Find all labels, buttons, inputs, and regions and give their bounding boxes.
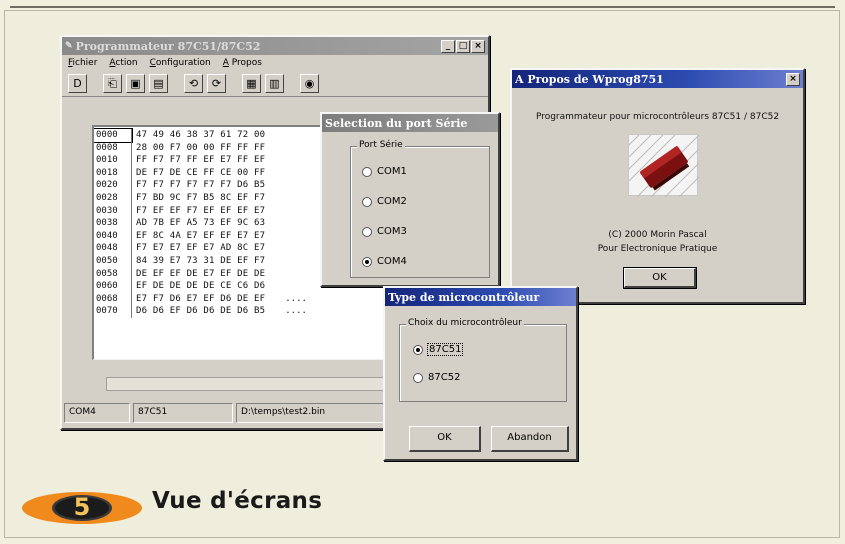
micro-cancel-button[interactable]: Abandon	[491, 426, 569, 452]
write-chip-icon[interactable]: ⟳	[207, 74, 226, 93]
serial-port-titlebar[interactable]: Selection du port Série	[322, 114, 498, 132]
radio-button[interactable]	[362, 226, 372, 237]
about-copyright: (C) 2000 Morin Pascal	[608, 230, 707, 240]
close-button[interactable]: ×	[471, 39, 485, 53]
toolbar: D ⎗ ▣ ▤ ⟲ ⟳ ▦ ▥ ◉	[62, 71, 488, 97]
programmer-titlebar[interactable]: ✎ Programmateur 87C51/87C52 _ □ ×	[62, 37, 488, 55]
about-close-button[interactable]: ×	[786, 72, 800, 86]
maximize-button[interactable]: □	[456, 39, 470, 53]
info-icon[interactable]: ◉	[300, 74, 319, 93]
radio-label: COM2	[377, 196, 407, 207]
minimize-button[interactable]: _	[441, 39, 455, 53]
figure-number: 5	[73, 493, 91, 521]
menu-configuration[interactable]: Configuration	[150, 58, 211, 68]
radio-com1[interactable]: COM1	[362, 166, 407, 177]
menu-fichier[interactable]: Fichier	[68, 58, 97, 68]
save-icon[interactable]: ▣	[126, 74, 145, 93]
radio-button[interactable]	[362, 256, 372, 267]
status-port: COM4	[64, 403, 130, 423]
about-ok-button[interactable]: OK	[623, 267, 697, 289]
menu-a-propos[interactable]: A Propos	[223, 58, 262, 68]
save-as-icon[interactable]: ▤	[149, 74, 168, 93]
micro-titlebar[interactable]: Type de microcontrôleur	[385, 288, 576, 306]
port-group-label: Port Série	[357, 140, 405, 150]
about-title: A Propos de Wprog8751	[515, 72, 664, 86]
radio-label: COM4	[377, 256, 407, 267]
about-titlebar[interactable]: A Propos de Wprog8751 ×	[512, 70, 803, 88]
radio-87c51[interactable]: 87C51	[413, 343, 464, 356]
radio-label: 87C52	[428, 372, 461, 383]
programmer-title: Programmateur 87C51/87C52	[75, 39, 261, 53]
new-file-icon[interactable]: D	[68, 74, 87, 93]
radio-label: COM3	[377, 226, 407, 237]
radio-button[interactable]	[413, 344, 423, 355]
radio-87c52[interactable]: 87C52	[413, 372, 460, 383]
erase-icon[interactable]: ▥	[265, 74, 284, 93]
micro-group-label: Choix du microcontrôleur	[406, 318, 524, 328]
about-dialog: A Propos de Wprog8751 × Programmateur po…	[510, 68, 805, 304]
figure-caption: Vue d'écrans	[152, 488, 323, 514]
open-file-icon[interactable]: ⎗	[103, 74, 122, 93]
about-publication: Pour Electronique Pratique	[597, 244, 718, 254]
radio-com2[interactable]: COM2	[362, 196, 407, 207]
about-description: Programmateur pour microcontrôleurs 87C5…	[535, 112, 780, 122]
serial-port-dialog: Selection du port Série Port Série COM1 …	[320, 112, 500, 287]
radio-label: COM1	[377, 166, 407, 177]
radio-com4[interactable]: COM4	[362, 256, 407, 267]
radio-button[interactable]	[362, 196, 372, 207]
radio-button[interactable]	[413, 372, 423, 383]
menu-action[interactable]: Action	[109, 58, 137, 68]
radio-label: 87C51	[426, 343, 464, 356]
micro-title: Type de microcontrôleur	[388, 290, 540, 304]
app-icon: ✎	[65, 41, 73, 51]
figure-number-badge: 5	[18, 490, 146, 526]
menu-bar: Fichier Action Configuration A Propos	[62, 55, 488, 71]
radio-button[interactable]	[362, 166, 372, 177]
radio-com3[interactable]: COM3	[362, 226, 407, 237]
micro-type-dialog: Type de microcontrôleur Choix du microco…	[383, 286, 578, 461]
microcontroller-chip-icon	[628, 134, 700, 198]
micro-ok-button[interactable]: OK	[409, 426, 481, 452]
top-rule	[10, 6, 835, 8]
verify-icon[interactable]: ▦	[242, 74, 261, 93]
micro-groupbox: Choix du microcontrôleur	[399, 318, 567, 402]
read-chip-icon[interactable]: ⟲	[184, 74, 203, 93]
serial-port-title: Selection du port Série	[325, 116, 468, 130]
status-chip: 87C51	[133, 403, 233, 423]
